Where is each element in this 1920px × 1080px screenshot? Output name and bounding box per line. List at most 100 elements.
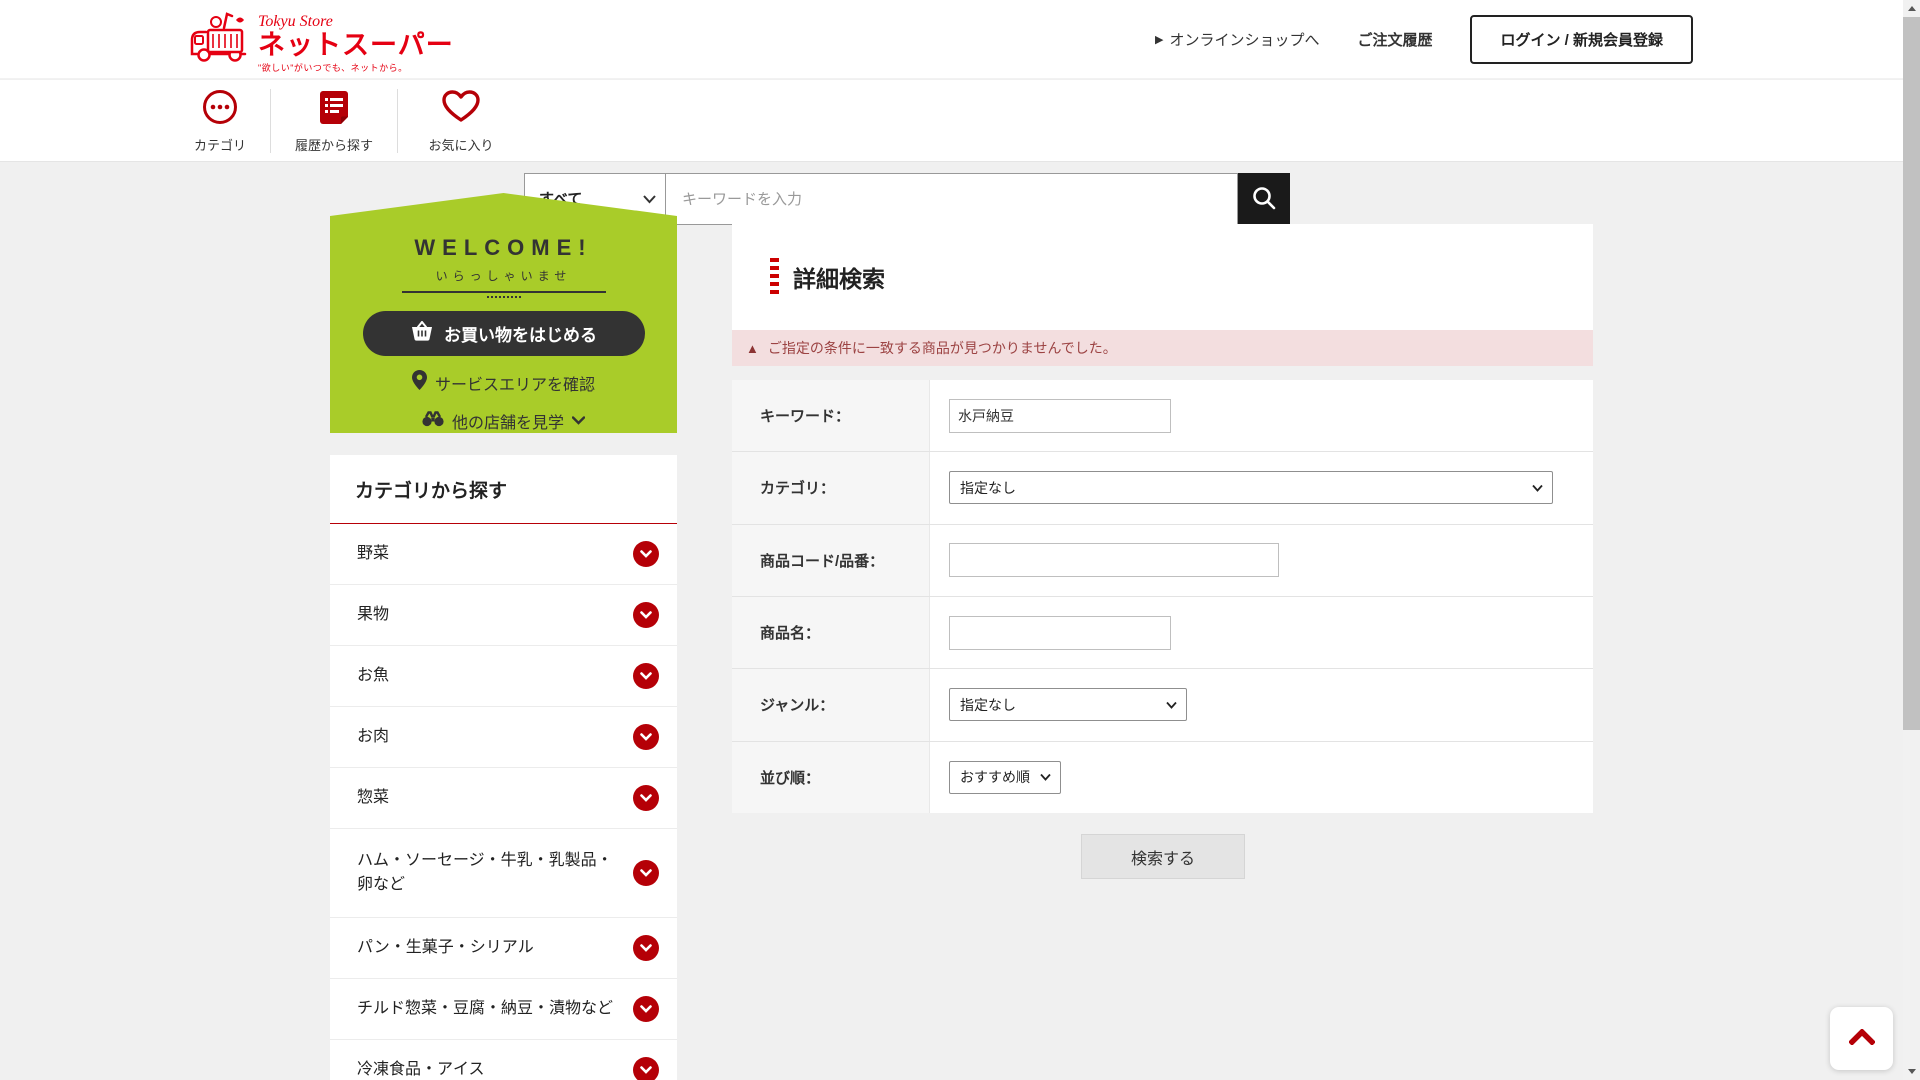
category-item-label: 果物 (357, 603, 401, 627)
category-item-label: チルド惣菜・豆腐・納豆・漬物など (357, 997, 625, 1021)
product-name-input[interactable] (949, 616, 1171, 650)
service-area-link[interactable]: サービスエリアを確認 (412, 370, 595, 395)
alert-message: ご指定の条件に一致する商品が見つかりませんでした。 (768, 338, 1117, 358)
page-title: 詳細検索 (793, 260, 885, 294)
search-input[interactable] (666, 173, 1238, 225)
logo-tagline: "欲しい"がいつでも、ネットから。 (258, 61, 454, 74)
keyword-label: キーワード： (732, 380, 930, 451)
category-item-ham-dairy[interactable]: ハム・ソーセージ・牛乳・乳製品・卵など (330, 829, 677, 918)
category-item-label: お魚 (357, 664, 401, 688)
quick-nav: カテゴリ 履歴から探す (170, 80, 524, 162)
chevron-down-circle-icon (633, 860, 659, 886)
category-item-label: ハム・ソーセージ・牛乳・乳製品・卵など (357, 849, 633, 897)
welcome-panel: WELCOME! いらっしゃいませ お買い物をはじめる サービスエリアを確認 (330, 193, 677, 433)
chevron-down-icon (572, 412, 585, 430)
decorative-divider (402, 291, 606, 293)
binoculars-icon (422, 411, 444, 432)
search-button[interactable] (1238, 173, 1290, 225)
logo-brand-script: Tokyu Store (258, 14, 454, 30)
heart-icon (441, 89, 481, 130)
nav-item-favorites[interactable]: お気に入り (398, 85, 524, 158)
form-row-genre: ジャンル： 指定なし (732, 669, 1593, 741)
product-name-label: 商品名： (732, 597, 930, 668)
product-code-label: 商品コード/品番： (732, 525, 930, 596)
header: Tokyu Store ネットスーパー "欲しい"がいつでも、ネットから。 ▶ … (0, 0, 1903, 79)
product-code-input[interactable] (949, 543, 1279, 577)
red-dashes-icon (770, 258, 779, 296)
no-results-alert: ▲ ご指定の条件に一致する商品が見つかりませんでした。 (732, 330, 1593, 366)
detail-search-form: キーワード： カテゴリ： 指定なし 商品コード/品番： (732, 380, 1593, 813)
chevron-down-circle-icon (633, 541, 659, 567)
basket-icon (410, 321, 434, 346)
online-shop-link[interactable]: ▶ オンラインショップへ (1155, 29, 1319, 50)
category-item-label: 野菜 (357, 542, 401, 566)
submit-search-button[interactable]: 検索する (1081, 834, 1245, 879)
form-row-product-code: 商品コード/品番： (732, 525, 1593, 597)
nav-item-history[interactable]: 履歴から探す (271, 85, 397, 158)
category-item-label: お肉 (357, 725, 401, 749)
online-shop-link-label: オンラインショップへ (1169, 29, 1319, 50)
category-item-chilled[interactable]: チルド惣菜・豆腐・納豆・漬物など (330, 979, 677, 1040)
chevron-down-circle-icon (633, 663, 659, 689)
chevron-down-circle-icon (633, 935, 659, 961)
nav-item-label: お気に入り (428, 135, 493, 154)
form-row-product-name: 商品名： (732, 597, 1593, 669)
history-list-icon (317, 89, 351, 130)
subnav: カテゴリ 履歴から探す (0, 80, 1903, 162)
login-register-button[interactable]: ログイン / 新規会員登録 (1470, 15, 1693, 64)
category-item-deli[interactable]: 惣菜 (330, 768, 677, 829)
category-item-meat[interactable]: お肉 (330, 707, 677, 768)
header-links: ▶ オンラインショップへ ご注文履歴 ログイン / 新規会員登録 (1155, 0, 1693, 79)
category-item-fruits[interactable]: 果物 (330, 585, 677, 646)
sort-label: 並び順： (732, 742, 930, 813)
welcome-title: WELCOME! (414, 235, 592, 261)
category-ellipsis-icon (202, 89, 238, 130)
genre-label: ジャンル： (732, 669, 930, 740)
triangle-right-icon: ▶ (1155, 33, 1163, 46)
scrollbar-up-arrow[interactable] (1903, 0, 1920, 17)
chevron-down-circle-icon (633, 785, 659, 811)
category-item-bread[interactable]: パン・生菓子・シリアル (330, 918, 677, 979)
category-item-fish[interactable]: お魚 (330, 646, 677, 707)
welcome-subtitle: いらっしゃいませ (436, 267, 572, 284)
nav-item-label: 履歴から探す (295, 135, 373, 154)
map-pin-icon (412, 370, 427, 395)
chevron-down-circle-icon (633, 724, 659, 750)
chevron-down-circle-icon (633, 996, 659, 1022)
other-stores-link[interactable]: 他の店舗を見学 (422, 409, 585, 433)
store-logo[interactable]: Tokyu Store ネットスーパー "欲しい"がいつでも、ネットから。 (188, 8, 454, 74)
form-row-keyword: キーワード： (732, 380, 1593, 452)
category-panel-title: カテゴリから探す (330, 455, 677, 524)
chevron-down-circle-icon (633, 602, 659, 628)
genre-select[interactable]: 指定なし (949, 688, 1187, 721)
category-item-label: 惣菜 (357, 786, 401, 810)
logo-brand-main: ネットスーパー (258, 30, 454, 60)
scrollbar-down-arrow[interactable] (1903, 1063, 1920, 1080)
keyword-input[interactable] (949, 399, 1171, 433)
form-row-category: カテゴリ： 指定なし (732, 452, 1593, 524)
order-history-link[interactable]: ご注文履歴 (1357, 29, 1432, 50)
chevron-down-circle-icon (633, 1057, 659, 1080)
warning-icon: ▲ (746, 342, 759, 355)
service-area-label: サービスエリアを確認 (435, 371, 595, 395)
category-item-label: 冷凍食品・アイス (357, 1058, 497, 1080)
logo-text: Tokyu Store ネットスーパー "欲しい"がいつでも、ネットから。 (258, 14, 454, 74)
order-history-link-label: ご注文履歴 (1357, 29, 1432, 50)
scrollbar[interactable] (1903, 0, 1920, 1080)
other-stores-label: 他の店舗を見学 (452, 409, 564, 433)
start-shopping-label: お買い物をはじめる (444, 321, 597, 346)
category-item-label: パン・生菓子・シリアル (357, 936, 546, 960)
category-select[interactable]: 指定なし (949, 471, 1553, 504)
category-item-frozen[interactable]: 冷凍食品・アイス (330, 1040, 677, 1080)
sort-select[interactable]: おすすめ順 (949, 761, 1061, 794)
category-item-vegetables[interactable]: 野菜 (330, 524, 677, 585)
category-label: カテゴリ： (732, 452, 930, 523)
form-row-sort: 並び順： おすすめ順 (732, 742, 1593, 813)
page: Tokyu Store ネットスーパー "欲しい"がいつでも、ネットから。 ▶ … (0, 0, 1903, 1080)
scroll-to-top-button[interactable] (1830, 1007, 1893, 1070)
logo-truck-icon (188, 8, 252, 69)
scrollbar-thumb[interactable] (1903, 17, 1920, 730)
nav-item-category[interactable]: カテゴリ (170, 85, 270, 158)
start-shopping-button[interactable]: お買い物をはじめる (363, 311, 645, 356)
category-panel: カテゴリから探す 野菜 果物 お魚 お肉 惣菜 ハム・ソーセージ・牛乳・乳製品・… (330, 455, 677, 1080)
